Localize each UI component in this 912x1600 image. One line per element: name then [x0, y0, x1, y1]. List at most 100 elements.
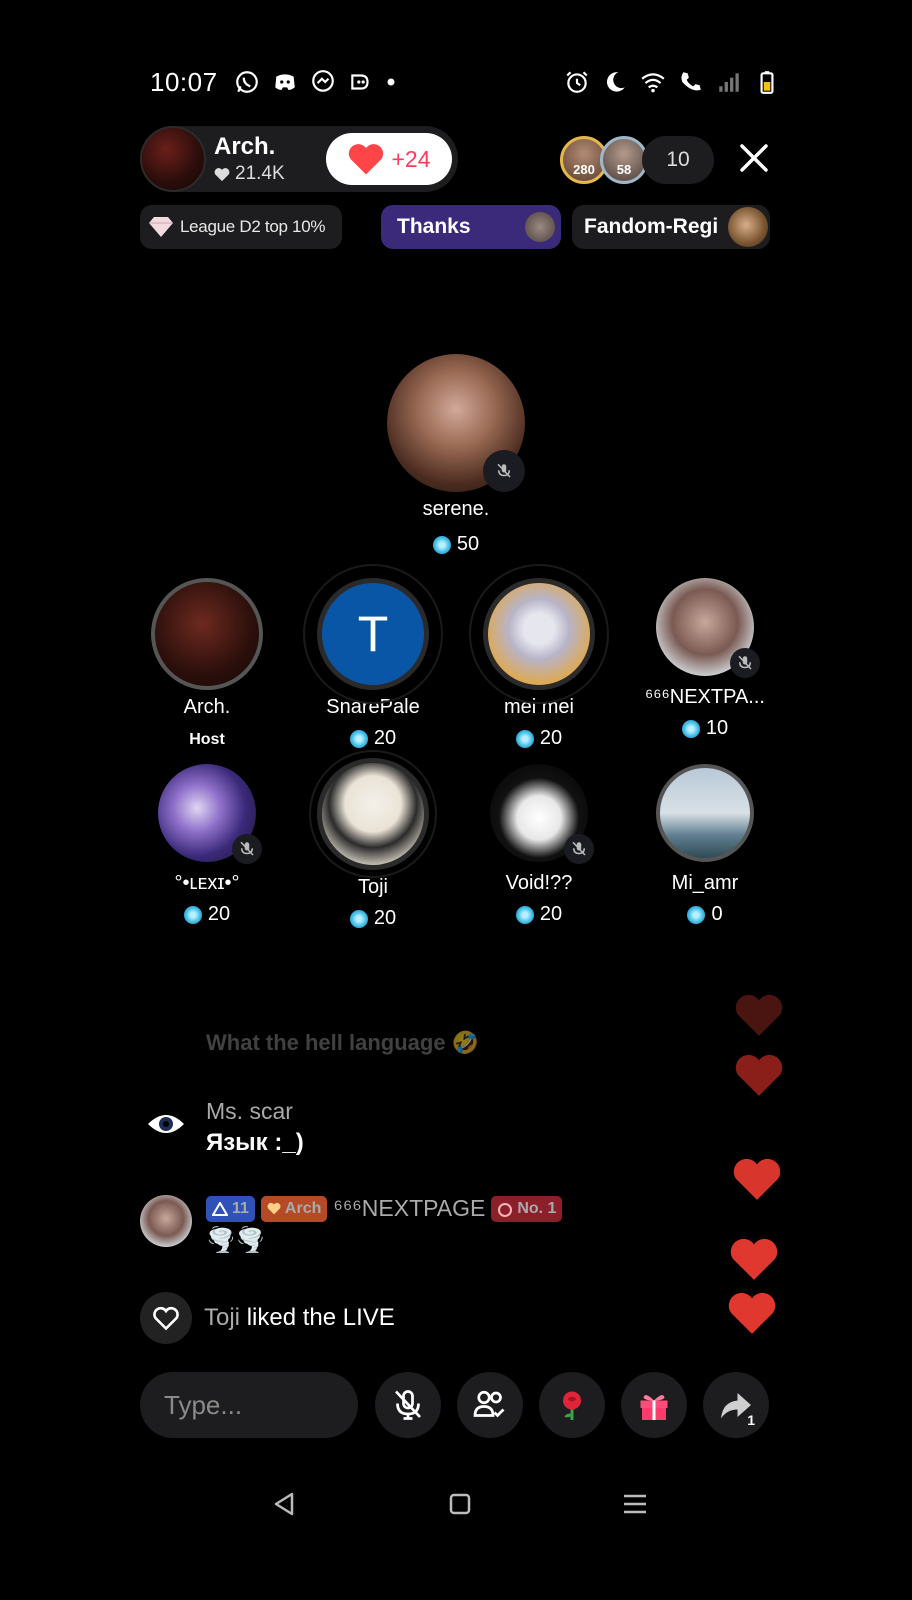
chat-username[interactable]: ⁶⁶⁶NEXTPAGE — [333, 1195, 485, 1222]
floating-heart-icon — [735, 994, 783, 1036]
mic-off-icon — [232, 834, 262, 864]
like-button-label: +24 — [391, 145, 431, 172]
seat-host[interactable]: Arch. Host — [117, 578, 297, 749]
seat-coins: 20 — [449, 727, 629, 750]
seat-coin-count: 20 — [539, 727, 563, 749]
seat-ring — [309, 750, 437, 878]
host-likes-count: 21.4K — [235, 163, 285, 184]
rank-badge: No. 1 — [491, 1195, 563, 1222]
chat-input[interactable] — [140, 1372, 358, 1438]
eye-icon[interactable] — [140, 1098, 192, 1150]
heart-outline-icon — [140, 1292, 192, 1344]
chat-message[interactable]: Ms. scar Язык :_) — [140, 1098, 304, 1157]
mic-off-icon — [564, 834, 594, 864]
seat[interactable]: ⁶⁶⁶NEXTPA... 10 — [615, 578, 795, 740]
moon-icon — [602, 69, 628, 95]
seat-name: Void!?? — [505, 872, 573, 894]
chat-message[interactable]: 11 Arch ⁶⁶⁶NEXTPAGE No. 1 🌪️🌪️ — [140, 1195, 563, 1255]
fan-badge: Arch — [260, 1195, 328, 1222]
close-button[interactable] — [736, 140, 772, 176]
gift-button[interactable] — [621, 1372, 687, 1438]
seat-coins: 20 — [283, 727, 463, 750]
heart-small-icon — [214, 167, 230, 181]
seat-coins: 20 — [283, 907, 463, 930]
league-label: League D2 top 10% — [180, 217, 326, 236]
wifi-call-icon — [678, 69, 704, 95]
liked-notification: Toji liked the LIVE — [140, 1292, 395, 1344]
seat[interactable]: Mi_amr 0 — [615, 764, 795, 926]
mic-off-icon — [730, 648, 760, 678]
seat-coin-count: 50 — [456, 533, 480, 555]
thanks-pill[interactable]: Thanks — [381, 205, 561, 249]
status-time: 10:07 — [150, 66, 218, 97]
mic-off-icon — [483, 450, 525, 492]
guests-button[interactable] — [457, 1372, 523, 1438]
coin-icon — [515, 905, 534, 924]
seat-coin-count: 20 — [373, 907, 397, 929]
fandom-avatar — [728, 207, 768, 247]
rose-gift-button[interactable] — [539, 1372, 605, 1438]
host-avatar[interactable] — [140, 126, 206, 192]
close-icon — [740, 144, 768, 172]
home-icon[interactable] — [445, 1489, 475, 1524]
triangle-icon — [212, 1201, 228, 1216]
rose-icon — [563, 1391, 581, 1420]
host-name: Arch. — [214, 133, 276, 160]
seat-ring — [469, 564, 609, 704]
chat-message-faded: What the hell language 🤣 — [206, 1030, 480, 1055]
coin-icon — [183, 905, 202, 924]
seat[interactable]: Toji 20 — [283, 750, 463, 930]
host-pill[interactable]: Arch. 21.4K +24 — [140, 126, 458, 192]
seat[interactable]: Void!?? 20 — [449, 764, 629, 926]
league-pill[interactable]: League D2 top 10% — [140, 205, 342, 249]
thanks-avatar — [525, 212, 555, 242]
seat-avatar[interactable] — [656, 764, 754, 862]
seat[interactable]: mei mei 20 — [449, 564, 629, 750]
wifi-icon — [640, 69, 666, 95]
seat-coins: 20 — [449, 903, 629, 926]
viewer-avatar[interactable]: 58 — [600, 136, 648, 184]
seat-coin-count: 20 — [207, 903, 231, 925]
viewer-badge: 280 — [573, 162, 595, 177]
viewer-badge: 58 — [616, 162, 632, 177]
thanks-label: Thanks — [397, 215, 471, 238]
chat-username[interactable]: Ms. scar — [206, 1098, 304, 1125]
battery-icon — [754, 69, 780, 95]
users-check-icon — [473, 1390, 505, 1418]
floating-heart-icon — [728, 1292, 776, 1334]
host-likes: 21.4K — [214, 163, 314, 185]
like-button[interactable]: +24 — [326, 133, 452, 185]
recents-menu-icon[interactable] — [620, 1489, 650, 1524]
level-badge: 11 — [206, 1195, 255, 1222]
coin-icon — [681, 719, 700, 738]
liked-text: liked the LIVE — [246, 1304, 395, 1331]
seat-name: ⁶⁶⁶NEXTPA... — [645, 686, 765, 708]
seat-coins: 20 — [117, 903, 297, 926]
chat-text: Язык :_) — [206, 1129, 304, 1156]
featured-seat[interactable]: serene. 50 — [366, 354, 546, 556]
signal-icon — [716, 69, 742, 95]
chat-avatar[interactable] — [140, 1195, 192, 1247]
coin-icon — [687, 905, 706, 924]
seat-coins: 0 — [615, 903, 795, 926]
seat[interactable]: T SnarePale 20 — [283, 564, 463, 750]
seat-coin-count: 20 — [539, 903, 563, 925]
mic-toggle-button[interactable] — [375, 1372, 441, 1438]
seat-coins: 50 — [366, 533, 546, 556]
medal-icon — [498, 1202, 513, 1217]
seat-name: Arch. — [183, 696, 231, 718]
heart-icon — [349, 144, 384, 175]
liked-username[interactable]: Toji — [204, 1304, 240, 1331]
fandom-pill[interactable]: Fandom-Regi — [572, 205, 770, 249]
seat-name: Toji — [357, 876, 388, 898]
back-icon[interactable] — [270, 1489, 300, 1524]
seat-avatar[interactable] — [151, 578, 263, 690]
share-button[interactable]: 1 — [703, 1372, 769, 1438]
seat-name: serene. — [422, 498, 490, 520]
viewer-list[interactable]: 280 58 10 — [560, 136, 714, 184]
viewer-count[interactable]: 10 — [642, 136, 714, 184]
host-label: Host — [189, 731, 225, 748]
floating-heart-icon — [733, 1158, 781, 1200]
seat[interactable]: °•ʟᴇxɪ•° 20 — [117, 764, 297, 926]
floating-heart-icon — [730, 1238, 778, 1280]
